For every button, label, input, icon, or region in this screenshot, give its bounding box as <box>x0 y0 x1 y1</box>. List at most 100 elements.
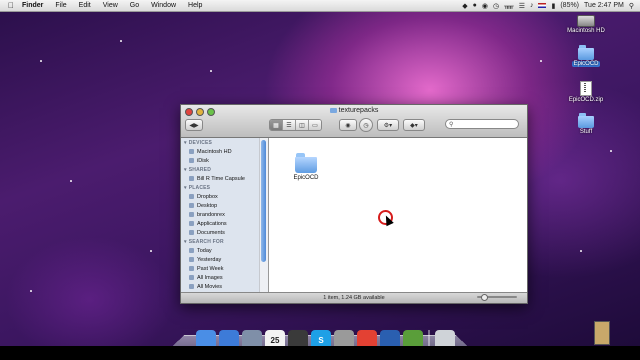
menu-help[interactable]: Help <box>182 2 208 9</box>
forward-icon[interactable]: ▶ <box>194 122 199 129</box>
sidebar-scrollbar[interactable] <box>259 138 268 293</box>
trash-icon[interactable] <box>435 330 455 346</box>
cover-flow-icon[interactable]: ▭ <box>309 120 321 130</box>
spotlight-icon[interactable]: ⚲ <box>629 2 634 10</box>
photos-icon[interactable] <box>380 330 400 346</box>
menu-finder[interactable]: Finder <box>16 2 49 9</box>
desktop-icon-epicocd-zip[interactable]: EpicOCD.zip <box>566 81 606 103</box>
minecraft-icon[interactable] <box>403 330 423 346</box>
dropbox-menu-button[interactable]: ◆▾ <box>403 119 425 131</box>
record-icon[interactable]: ● <box>473 2 477 9</box>
finder-icon[interactable] <box>196 330 216 346</box>
star <box>210 70 212 72</box>
sidebar-item-home[interactable]: brandonrex <box>181 210 268 219</box>
volume-icon[interactable]: ♪ <box>530 2 534 9</box>
sidebar-item-past-week[interactable]: Past Week <box>181 264 268 273</box>
quick-look-button[interactable]: ◉ <box>339 119 357 131</box>
window-title-text: texturepacks <box>338 107 379 114</box>
skype-status-icon[interactable]: ◉ <box>482 2 488 10</box>
view-mode-segments: ▦ ☰ ◫ ▭ <box>269 119 322 131</box>
star <box>610 150 612 152</box>
sidebar-item-desktop[interactable]: Desktop <box>181 201 268 210</box>
hard-drive-icon <box>577 15 595 27</box>
clock-icon <box>189 248 194 253</box>
desktop-icon-epicocd[interactable]: EpicOCD <box>566 45 606 67</box>
scroll-thumb[interactable] <box>261 140 266 262</box>
dropbox-icon[interactable]: ◆ <box>462 2 467 10</box>
sidebar-item-dropbox[interactable]: Dropbox <box>181 192 268 201</box>
desktop-icon-label: EpicOCD.zip <box>568 97 604 103</box>
menu-view[interactable]: View <box>97 2 124 9</box>
apple-icon[interactable]:  <box>6 1 16 10</box>
chrome-icon[interactable] <box>357 330 377 346</box>
disclosure-triangle-icon[interactable]: ▾ <box>184 185 187 191</box>
clock-icon[interactable]: ◷ <box>359 118 373 132</box>
time-machine-icon[interactable]: ◷ <box>493 2 499 10</box>
calendar-icon[interactable]: 25 <box>265 330 285 346</box>
window-toolbar[interactable]: texturepacks ◀ ▶ ▦ ☰ ◫ ▭ ◉ ◷ ⚙▾ ◆▾ ⚲ <box>181 105 527 138</box>
folder-icon <box>578 45 594 60</box>
sidebar-item-label: Bill R Time Capsule <box>197 175 245 182</box>
wifi-icon[interactable]: ☰ <box>519 2 525 10</box>
sidebar-item-label: Documents <box>197 229 225 236</box>
smart-folder-icon <box>189 284 194 289</box>
slider-knob[interactable] <box>481 294 488 301</box>
zip-file-icon <box>580 81 592 96</box>
sidebar-item-label: All Movies <box>197 283 223 290</box>
sidebar-item-documents[interactable]: Documents <box>181 228 268 237</box>
sidebar-item-all-images[interactable]: All Images <box>181 273 268 282</box>
search-icon: ⚲ <box>449 121 454 128</box>
disclosure-triangle-icon[interactable]: ▾ <box>184 167 187 173</box>
list-view-icon[interactable]: ☰ <box>283 120 296 130</box>
preview-thumbnail[interactable] <box>594 321 610 345</box>
menu-edit[interactable]: Edit <box>73 2 97 9</box>
menu-clock[interactable]: Tue 2:47 PM <box>584 2 624 9</box>
desktop-icon-macintosh-hd[interactable]: Macintosh HD <box>566 15 606 34</box>
folder-icon <box>295 153 317 173</box>
bluetooth-icon[interactable]: ᚅ <box>504 2 514 10</box>
disclosure-triangle-icon[interactable]: ▾ <box>184 239 187 245</box>
skype-icon[interactable]: S <box>311 330 331 346</box>
desktop-icon-label: Macintosh HD <box>567 28 605 34</box>
sidebar-item-all-movies[interactable]: All Movies <box>181 282 268 291</box>
eye-icon: ◉ <box>345 122 351 129</box>
menu-file[interactable]: File <box>49 2 72 9</box>
app-store-icon[interactable] <box>219 330 239 346</box>
sidebar-header-label: SEARCH FOR <box>188 239 224 245</box>
us-flag-icon[interactable] <box>538 3 547 8</box>
sidebar-item-applications[interactable]: Applications <box>181 219 268 228</box>
action-button[interactable]: ⚙▾ <box>377 119 399 131</box>
sidebar-item-today[interactable]: Today <box>181 246 268 255</box>
folder-icon <box>578 113 594 128</box>
file-view[interactable]: EpicOCD <box>269 138 527 293</box>
menu-window[interactable]: Window <box>145 2 182 9</box>
disclosure-triangle-icon[interactable]: ▾ <box>184 140 187 146</box>
back-forward-buttons[interactable]: ◀ ▶ <box>185 119 203 131</box>
smart-folder-icon <box>189 275 194 280</box>
applications-icon <box>189 221 194 226</box>
sidebar-section-places[interactable]: ▾ PLACES <box>181 183 268 192</box>
file-item[interactable]: EpicOCD <box>291 153 321 181</box>
sidebar-item-yesterday[interactable]: Yesterday <box>181 255 268 264</box>
column-view-icon[interactable]: ◫ <box>296 120 309 130</box>
menu-go[interactable]: Go <box>124 2 145 9</box>
star <box>150 250 152 252</box>
sidebar-item-macintosh-hd[interactable]: Macintosh HD <box>181 147 268 156</box>
sidebar-section-devices[interactable]: ▾ DEVICES <box>181 138 268 147</box>
sidebar-item-idisk[interactable]: iDisk <box>181 156 268 165</box>
settings-icon[interactable] <box>334 330 354 346</box>
star <box>40 60 42 62</box>
search-input[interactable]: ⚲ <box>445 119 519 129</box>
dock-icon-text: S <box>318 335 324 345</box>
sidebar-section-search-for[interactable]: ▾ SEARCH FOR <box>181 237 268 246</box>
sidebar-section-shared[interactable]: ▾ SHARED <box>181 165 268 174</box>
sidebar-item-time-capsule[interactable]: Bill R Time Capsule <box>181 174 268 183</box>
star <box>120 40 122 42</box>
pen-app-icon[interactable] <box>242 330 262 346</box>
star-app-icon[interactable] <box>288 330 308 346</box>
star <box>70 180 72 182</box>
desktop-icon-stuff[interactable]: Stuff <box>566 113 606 135</box>
icon-view-icon[interactable]: ▦ <box>270 120 283 130</box>
battery-icon[interactable]: ▮ <box>551 2 555 10</box>
icon-size-slider[interactable] <box>477 294 517 301</box>
